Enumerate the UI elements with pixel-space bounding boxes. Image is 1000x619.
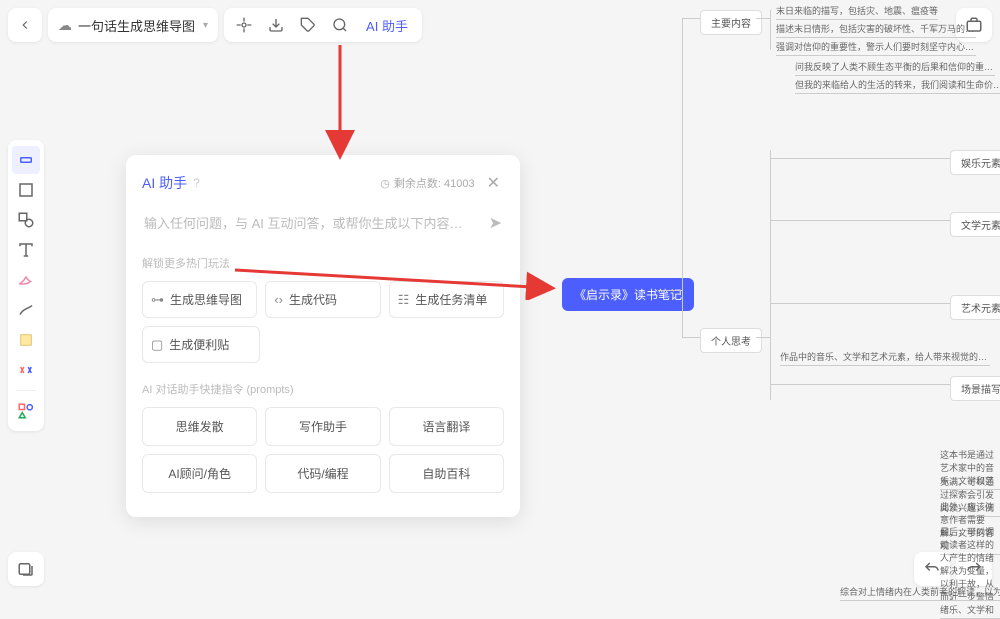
close-button[interactable]: ✕ bbox=[483, 171, 504, 195]
prompt-divergent[interactable]: 思维发散 bbox=[142, 407, 257, 446]
document-title: 一句话生成思维导图 bbox=[78, 16, 195, 35]
tool-pen[interactable] bbox=[12, 266, 40, 294]
action-generate-tasklist[interactable]: ☷生成任务清单 bbox=[389, 281, 504, 318]
mindmap-node-art[interactable]: 艺术元素 bbox=[950, 295, 1000, 320]
prompt-writing[interactable]: 写作助手 bbox=[265, 407, 380, 446]
back-button[interactable] bbox=[8, 8, 42, 42]
ai-panel-title: AI 助手 bbox=[142, 173, 187, 193]
help-icon[interactable]: ? bbox=[193, 176, 200, 190]
tool-sticky[interactable] bbox=[12, 326, 40, 354]
ai-prompt-input[interactable] bbox=[144, 216, 481, 231]
tool-shape[interactable] bbox=[12, 206, 40, 234]
mindmap-leaf[interactable]: 综合对上情绪内在人类前者的解读，以为 bbox=[840, 585, 1000, 601]
list-icon: ☷ bbox=[398, 292, 410, 308]
action-generate-mindmap[interactable]: ⊶生成思维导图 bbox=[142, 281, 257, 318]
mindmap-root-node[interactable]: 《启示录》读书笔记 bbox=[562, 278, 694, 311]
prompt-encyclopedia[interactable]: 自助百科 bbox=[389, 454, 504, 493]
prompt-coding[interactable]: 代码/编程 bbox=[265, 454, 380, 493]
tool-connector[interactable] bbox=[12, 296, 40, 324]
mindmap-node-entertainment[interactable]: 娱乐元素 bbox=[950, 150, 1000, 175]
tool-components[interactable] bbox=[12, 397, 40, 425]
code-icon: ‹› bbox=[274, 292, 283, 307]
mindmap-canvas[interactable]: 《启示录》读书笔记 主要内容 个人思考 末日来临的描写，包括灾、地震、瘟疫等 描… bbox=[560, 0, 1000, 594]
mindmap-node-reflection[interactable]: 个人思考 bbox=[700, 328, 762, 353]
prompt-consultant[interactable]: AI顾问/角色 bbox=[142, 454, 257, 493]
mindmap-leaf[interactable]: 描述末日情形，包括灾害的破坏性、千军万马的战争等 bbox=[776, 22, 976, 38]
send-button[interactable]: ➤ bbox=[489, 213, 502, 233]
mindmap-leaf[interactable]: 问我反映了人类不顾生态平衡的后果和信仰的重要性 bbox=[795, 60, 995, 76]
ai-assistant-link[interactable]: AI 助手 bbox=[356, 16, 418, 35]
section-prompts-title: AI 对话助手快捷指令 (prompts) bbox=[142, 381, 504, 397]
mindmap-icon: ⊶ bbox=[151, 292, 164, 308]
mindmap-leaf[interactable]: 但我的来临给人的生活的转来，我们阅读和生命价值观念的观点是我们在读者知道 bbox=[795, 78, 1000, 94]
mindmap-leaf[interactable]: 强调对信仰的重要性，警示人们要时刻坚守内心的信念 bbox=[776, 40, 976, 56]
tool-text[interactable] bbox=[12, 236, 40, 264]
left-toolbar bbox=[8, 140, 44, 431]
annotation-arrow-1 bbox=[320, 40, 360, 160]
tool-select[interactable] bbox=[12, 146, 40, 174]
mindmap-node-main-content[interactable]: 主要内容 bbox=[700, 10, 762, 35]
mindmap-node-literature[interactable]: 文学元素 bbox=[950, 212, 1000, 237]
action-generate-code[interactable]: ‹›生成代码 bbox=[265, 281, 380, 318]
section-popular-title: 解锁更多热门玩法 bbox=[142, 255, 504, 271]
document-title-dropdown[interactable]: ☁ 一句话生成思维导图 ▾ bbox=[48, 8, 218, 42]
chevron-down-icon: ▾ bbox=[203, 20, 208, 31]
layers-button[interactable] bbox=[8, 552, 44, 586]
action-generate-sticky[interactable]: ▢生成便利贴 bbox=[142, 326, 260, 363]
points-remaining: ◷ 剩余点数: 41003 bbox=[380, 175, 474, 191]
tool-frame[interactable] bbox=[12, 176, 40, 204]
export-icon[interactable] bbox=[260, 8, 292, 42]
ai-input-row: ➤ bbox=[142, 209, 504, 237]
tool-more[interactable] bbox=[12, 356, 40, 384]
ai-panel-header: AI 助手 ? ◷ 剩余点数: 41003 ✕ bbox=[142, 171, 504, 195]
toolbar-divider bbox=[16, 390, 36, 391]
mindmap-leaf[interactable]: 最后，可以调动读者这样的人产生的情绪解决为变量，以利于故，从而近一步警情绪乐、文… bbox=[940, 525, 1000, 619]
top-toolbar: ☁ 一句话生成思维导图 ▾ AI 助手 bbox=[8, 8, 422, 42]
settings-icon[interactable] bbox=[228, 8, 260, 42]
sticky-icon: ▢ bbox=[151, 337, 163, 353]
cloud-icon: ☁ bbox=[58, 17, 72, 34]
prompt-translate[interactable]: 语言翻译 bbox=[389, 407, 504, 446]
toolbar-actions: AI 助手 bbox=[224, 8, 422, 42]
tag-icon[interactable] bbox=[292, 8, 324, 42]
mindmap-node-scene[interactable]: 场景描写 bbox=[950, 376, 1000, 401]
mindmap-leaf[interactable]: 末日来临的描写，包括灾、地震、瘟疫等 bbox=[776, 4, 938, 20]
mindmap-leaf[interactable]: 作品中的音乐、文学和艺术元素，给人带来视觉的愉悦感受 bbox=[780, 350, 990, 366]
search-icon[interactable] bbox=[324, 8, 356, 42]
clock-icon: ◷ bbox=[380, 177, 390, 190]
ai-assistant-panel: AI 助手 ? ◷ 剩余点数: 41003 ✕ ➤ 解锁更多热门玩法 ⊶生成思维… bbox=[126, 155, 520, 517]
